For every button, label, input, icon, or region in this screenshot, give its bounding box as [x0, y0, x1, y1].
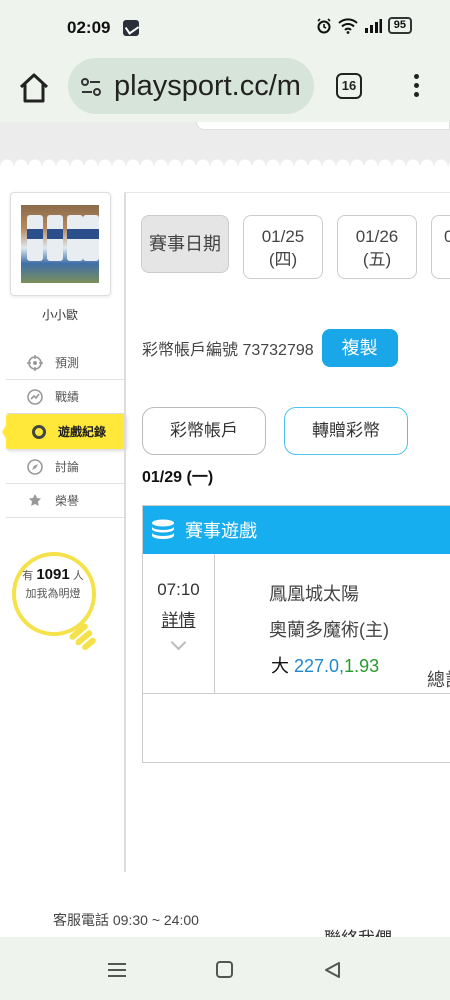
avatar-frame[interactable]: [10, 192, 111, 296]
sidebar-item-label: 榮譽: [55, 494, 80, 508]
sidebar-item-honor[interactable]: 榮譽: [6, 484, 126, 518]
content-panel: 賽事日期 01/25 (四) 01/26 (五) 0 彩幣帳戶編號 737327…: [124, 192, 450, 872]
game-table: 賽事遊戲 07:10 詳情 鳳凰城太陽 奧蘭多魔術(主) 大 227.0,1.9…: [142, 505, 450, 763]
date-label: 賽事日期: [141, 215, 229, 273]
total-label: 總計: [427, 670, 450, 690]
status-bar: 02:09 95: [0, 0, 450, 58]
crosshair-icon: [27, 354, 43, 371]
account-row: 彩幣帳戶編號 73732798 複製: [142, 329, 398, 367]
contact-link[interactable]: 聯絡我們: [324, 924, 392, 937]
game-section-title: 賽事遊戲: [185, 521, 257, 541]
day-title: 01/29 (一): [142, 469, 214, 486]
home-nav-icon[interactable]: [216, 961, 233, 978]
header-banner: [0, 122, 450, 166]
back-icon[interactable]: [322, 959, 344, 981]
more-menu-icon[interactable]: [406, 70, 426, 102]
home-icon[interactable]: [16, 70, 52, 106]
date-button[interactable]: 01/25 (四): [243, 215, 323, 279]
support-hours: 客服電話 09:30 ~ 24:00: [53, 912, 199, 928]
bet-type: 大: [271, 656, 289, 676]
system-nav-bar: [0, 937, 450, 1000]
chart-icon: [27, 388, 43, 405]
site-settings-icon[interactable]: [80, 76, 102, 98]
signal-icon: [364, 18, 382, 33]
status-icons: 95: [316, 17, 412, 34]
sidebar-item-label: 討論: [55, 460, 80, 474]
header-tab: [196, 122, 450, 130]
fan-count: 有 1091 人 加我為明燈: [22, 566, 84, 600]
bet-line: 227.0,: [294, 656, 345, 676]
recent-apps-icon[interactable]: [108, 963, 126, 981]
wallet-actions: 彩幣帳戶 轉贈彩幣: [142, 407, 408, 455]
wifi-icon: [338, 17, 358, 34]
date-selector: 賽事日期 01/25 (四) 01/26 (五) 0: [141, 215, 450, 279]
chat-icon: [27, 458, 43, 475]
game-time: 07:10: [157, 580, 200, 599]
ring-icon: [32, 424, 46, 439]
sidebar-item-predict[interactable]: 預測: [6, 346, 126, 380]
browser-toolbar: playsport.cc/m 16: [0, 58, 450, 122]
sidebar-item-label: 遊戲紀錄: [58, 425, 107, 439]
date-button[interactable]: 01/26 (五): [337, 215, 417, 279]
alarm-icon: [317, 17, 331, 33]
sidebar-menu: 預測 戰績 遊戲紀錄 討論 榮譽: [2, 346, 126, 518]
sidebar-item-record[interactable]: 戰績: [6, 380, 126, 414]
follow-bulb[interactable]: 有 1091 人 加我為明燈: [8, 550, 120, 670]
game-time-cell: 07:10 詳情: [143, 554, 215, 693]
sidebar-item-discuss[interactable]: 討論: [6, 450, 126, 484]
clock: 02:09: [67, 18, 111, 37]
table-row: 07:10 詳情 鳳凰城太陽 奧蘭多魔術(主) 大 227.0,1.93: [143, 554, 450, 694]
home-team: 奧蘭多魔術(主): [269, 620, 389, 640]
away-team: 鳳凰城太陽: [269, 584, 359, 604]
medal-icon: [29, 493, 41, 506]
coin-stack-icon: [152, 519, 174, 539]
sidebar-item-game-record[interactable]: 遊戲紀錄: [2, 414, 126, 450]
avatar[interactable]: [21, 205, 99, 283]
url-bar[interactable]: playsport.cc/m: [68, 58, 314, 114]
game-section-header: 賽事遊戲: [143, 506, 450, 554]
username[interactable]: 小小歐: [0, 306, 120, 323]
tabs-icon[interactable]: 16: [336, 73, 362, 99]
fan-number: 1091: [36, 566, 70, 583]
wallet-account-button[interactable]: 彩幣帳戶: [142, 407, 266, 455]
gift-coins-button[interactable]: 轉贈彩幣: [284, 407, 408, 455]
bet-odds-value: 1.93: [344, 656, 380, 676]
app-notification-icon: [123, 20, 139, 36]
url-text[interactable]: playsport.cc/m: [114, 70, 301, 103]
date-button[interactable]: 0: [431, 215, 450, 279]
bet-odds: 大 227.0,1.93: [271, 652, 379, 678]
account-number: 彩幣帳戶編號 73732798: [142, 342, 314, 359]
copy-button[interactable]: 複製: [321, 329, 398, 367]
sidebar-item-label: 戰績: [55, 390, 80, 404]
web-page: 小小歐 預測 戰績 遊戲紀錄 討論 榮譽 有 1091 人 加我為明燈 賽事日期…: [0, 122, 450, 937]
details-link[interactable]: 詳情: [143, 606, 214, 631]
fan-caption: 加我為明燈: [25, 588, 81, 600]
battery-icon: 95: [387, 17, 412, 34]
chevron-down-icon[interactable]: [170, 634, 187, 651]
sidebar-item-label: 預測: [55, 356, 80, 370]
